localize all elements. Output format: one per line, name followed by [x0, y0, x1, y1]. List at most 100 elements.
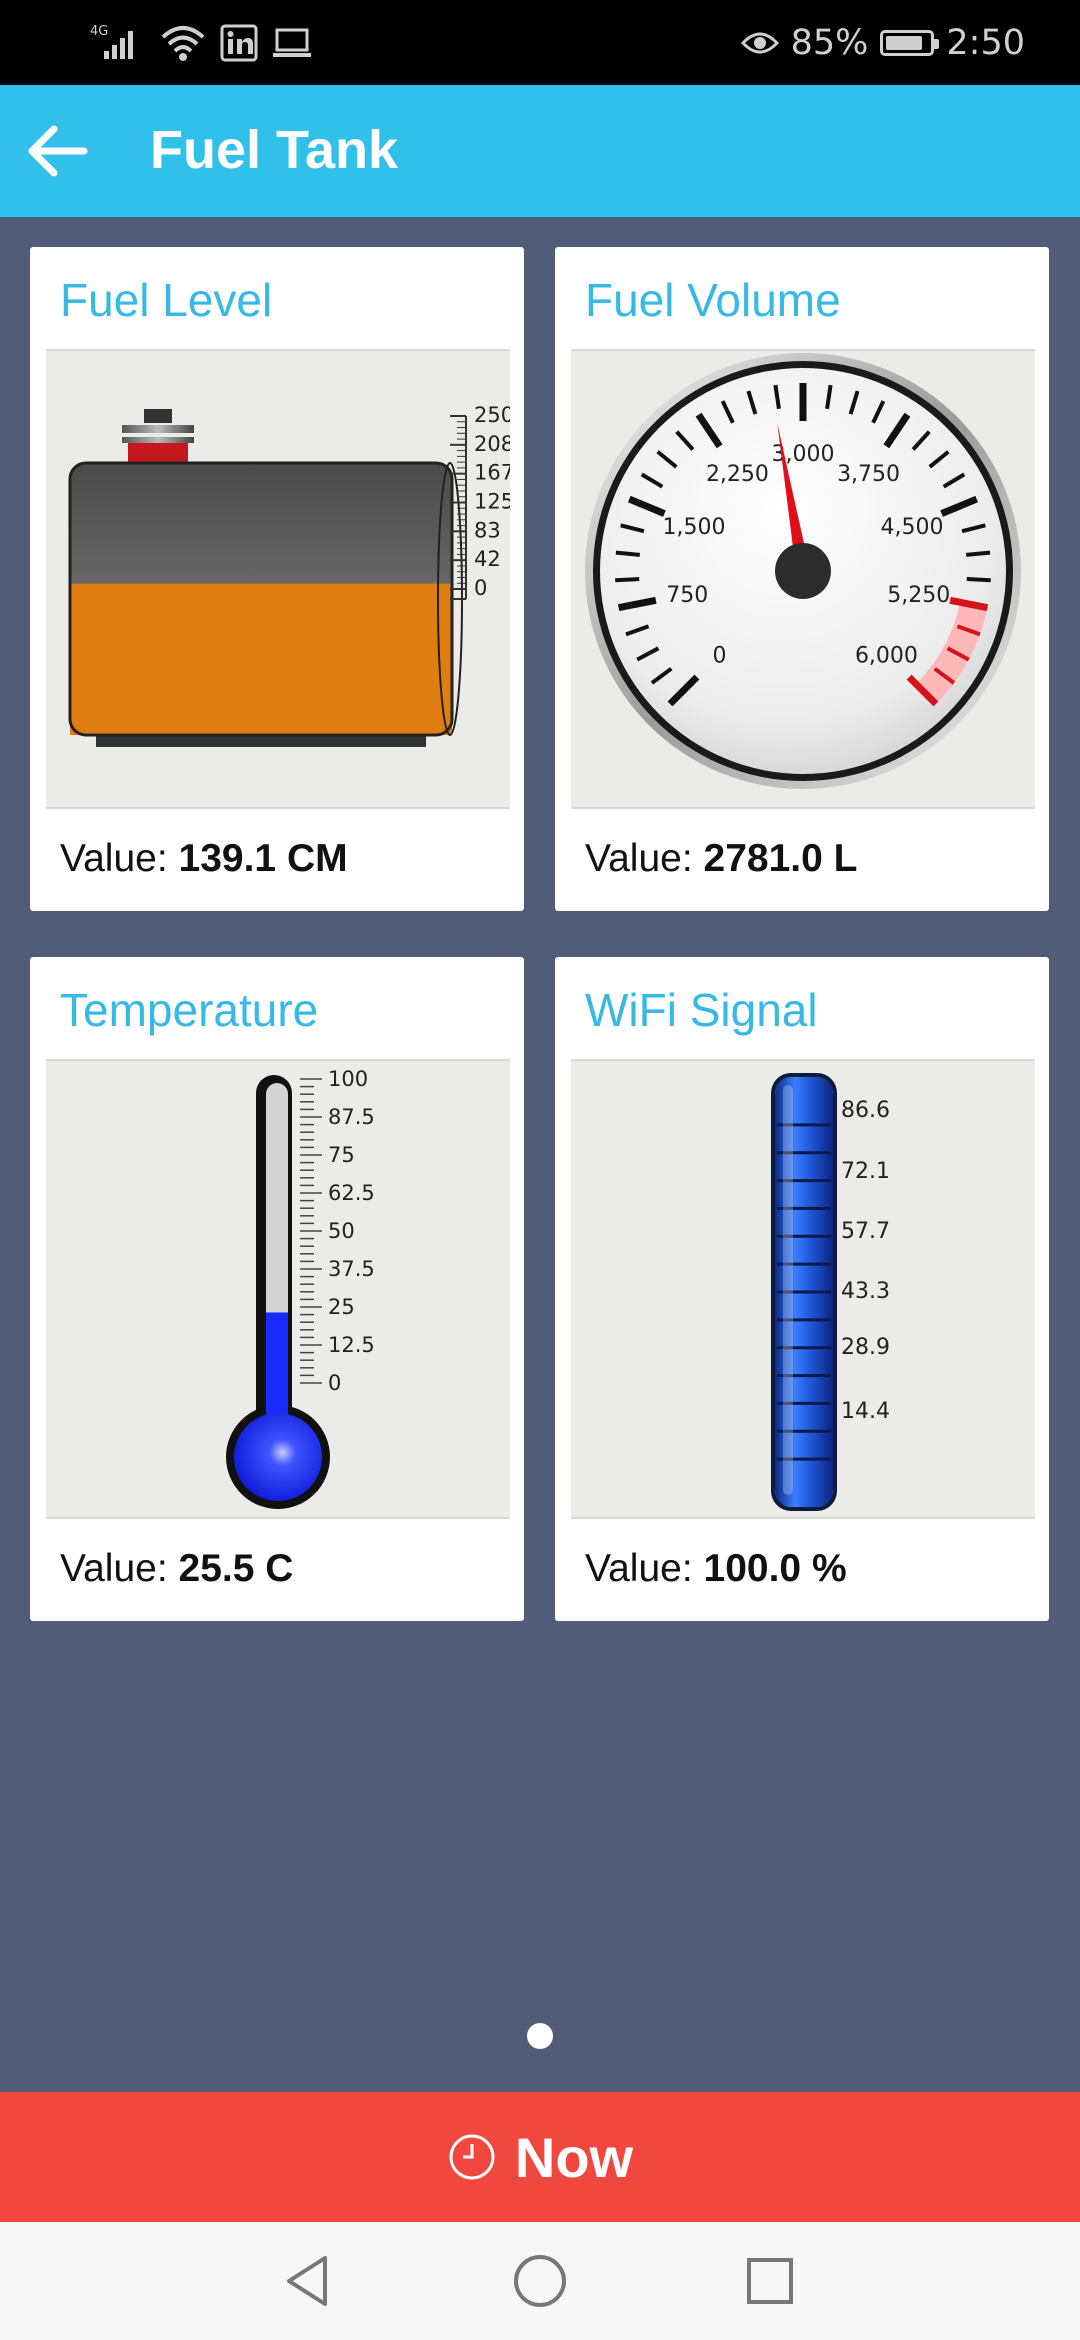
- wifi-signal-value: 100.0 %: [703, 1547, 847, 1590]
- status-left-icons: 4G: [90, 18, 312, 68]
- tank-gauge: 250 208 167 125 83 42 0: [68, 403, 510, 747]
- tank-cap-ring: [128, 443, 188, 463]
- card-value: Value: 100.0 %: [585, 1547, 847, 1591]
- scale-label: 83: [474, 518, 501, 542]
- now-button[interactable]: Now: [0, 2092, 1080, 2222]
- bar-scale-label: 57.7: [841, 1219, 890, 1244]
- recents-square-icon: [747, 2258, 793, 2304]
- value-label: Value:: [60, 1547, 179, 1590]
- thermo-label: 12.5: [328, 1333, 375, 1357]
- dial-label: 2,250: [706, 462, 769, 487]
- tank-body: [68, 461, 463, 737]
- bar-scale-label: 43.3: [841, 1279, 890, 1304]
- tank-scale: 250 208 167 125 83 42 0: [450, 403, 510, 600]
- clock-icon: [449, 2134, 495, 2180]
- scale-label: 0: [474, 576, 487, 600]
- dial-tick: [615, 577, 640, 583]
- thermo-label: 50: [328, 1219, 355, 1243]
- card-title: WiFi Signal: [585, 984, 818, 1036]
- arrow-left-icon: [28, 125, 88, 177]
- battery-percent: 85%: [790, 23, 869, 63]
- bar-scale-label: 72.1: [841, 1159, 890, 1184]
- system-nav-bar: [0, 2222, 1080, 2340]
- dial-tick: [615, 550, 640, 557]
- laptop-icon: [273, 28, 311, 57]
- bar-scale: 86.6 72.1 57.7 43.3 28.9 14.4: [841, 1098, 890, 1424]
- card-value: Value: 2781.0 L: [585, 837, 857, 881]
- bar-scale-label: 14.4: [841, 1399, 890, 1424]
- dial-label: 4,500: [881, 515, 944, 540]
- wifi-signal-gauge: 86.6 72.1 57.7 43.3 28.9 14.4: [571, 1059, 1035, 1519]
- signal-icon: 4G: [90, 24, 133, 59]
- tank-fill-level: [70, 583, 452, 735]
- value-label: Value:: [60, 837, 179, 880]
- page-indicator-dot[interactable]: [527, 2023, 553, 2049]
- card-value: Value: 139.1 CM: [60, 837, 348, 881]
- fuel-level-gauge: 250 208 167 125 83 42 0: [46, 349, 510, 809]
- fuel-volume-value: 2781.0 L: [703, 837, 858, 880]
- eye-icon: [740, 32, 779, 54]
- dial-label: 750: [666, 583, 708, 608]
- scale-label: 42: [474, 547, 501, 571]
- dial-label: 5,250: [887, 583, 950, 608]
- page-title: Fuel Tank: [150, 120, 399, 180]
- temperature-value: 25.5 C: [178, 1547, 294, 1590]
- scale-label: 125: [474, 490, 510, 514]
- home-circle-icon: [514, 2255, 566, 2307]
- thermo-label: 100: [328, 1067, 368, 1091]
- battery-icon: [880, 30, 940, 56]
- bar-scale-label: 86.6: [841, 1098, 890, 1123]
- fuel-level-card[interactable]: Fuel Level 250 208 167 125 83 42 0 Value…: [30, 247, 524, 911]
- thermo-label: 37.5: [328, 1257, 375, 1281]
- dial-tick: [966, 550, 991, 557]
- value-label: Value:: [585, 1547, 704, 1590]
- thermo-label: 62.5: [328, 1181, 375, 1205]
- app-bar: Fuel Tank: [0, 85, 1080, 217]
- bar-highlight: [783, 1085, 793, 1495]
- thermo-label: 25: [328, 1295, 355, 1319]
- card-value: Value: 25.5 C: [60, 1547, 293, 1591]
- back-triangle-icon: [287, 2256, 327, 2306]
- scale-label: 167: [474, 461, 510, 485]
- dial-hub: [775, 543, 831, 599]
- now-button-label: Now: [514, 2125, 634, 2189]
- back-button[interactable]: [18, 111, 98, 191]
- dial-label: 0: [713, 643, 727, 668]
- battery-fill: [886, 36, 923, 50]
- bar-gauge: 86.6 72.1 57.7 43.3 28.9 14.4: [771, 1073, 890, 1511]
- card-title: Temperature: [60, 984, 319, 1036]
- thermometer-gauge: 100 87.5 75 62.5 50 37.5 25 12.5 0: [226, 1067, 375, 1509]
- scale-label: 250: [474, 403, 510, 427]
- linkedin-icon: [220, 24, 258, 62]
- dial-label: 3,750: [837, 462, 900, 487]
- value-label: Value:: [585, 837, 704, 880]
- fuel-volume-card[interactable]: Fuel Volume 0 750 1,500 2,250 3,000 3,750 4,50…: [555, 247, 1049, 911]
- wifi-icon: [161, 26, 205, 61]
- status-time: 2:50: [946, 23, 1025, 63]
- nav-recents-button[interactable]: [735, 2246, 805, 2316]
- thermometer-bulb: [234, 1413, 322, 1501]
- status-right: 85% 2:50: [740, 18, 1025, 68]
- status-bar: 4G 85% 2:50: [0, 0, 1080, 85]
- wifi-signal-card[interactable]: WiFi Signal 86.6 72.1 57.7 43.3 28.9 14.4 Val…: [555, 957, 1049, 1621]
- bar-scale-label: 28.9: [841, 1335, 890, 1360]
- dial-gauge: 07501,5002,2503,0003,7504,5005,2506,000: [585, 353, 1021, 789]
- dial-label: 6,000: [855, 643, 918, 668]
- fuel-level-value: 139.1 CM: [178, 837, 348, 880]
- temperature-card[interactable]: Temperature 100 87.5 75 62.5 50 37.5 25 12.5 0 V…: [30, 957, 524, 1621]
- dial-tick: [966, 577, 991, 583]
- thermo-label: 75: [328, 1143, 355, 1167]
- fuel-volume-gauge: 0 750 1,500 2,250 3,000 3,750 4,500 5,250 6,000: [571, 349, 1035, 809]
- thermometer-scale: 100 87.5 75 62.5 50 37.5 25 12.5 0: [300, 1067, 375, 1395]
- dial-label: 1,500: [662, 515, 725, 540]
- nav-back-button[interactable]: [273, 2246, 343, 2316]
- thermo-label: 87.5: [328, 1105, 375, 1129]
- network-type: 4G: [90, 24, 108, 39]
- thermo-label: 0: [328, 1371, 341, 1395]
- card-title: Fuel Volume: [585, 274, 841, 326]
- tank-cap: [122, 425, 194, 433]
- nav-home-button[interactable]: [505, 2246, 575, 2316]
- scale-label: 208: [474, 432, 510, 456]
- card-title: Fuel Level: [60, 274, 273, 326]
- temperature-gauge: 100 87.5 75 62.5 50 37.5 25 12.5 0: [46, 1059, 510, 1519]
